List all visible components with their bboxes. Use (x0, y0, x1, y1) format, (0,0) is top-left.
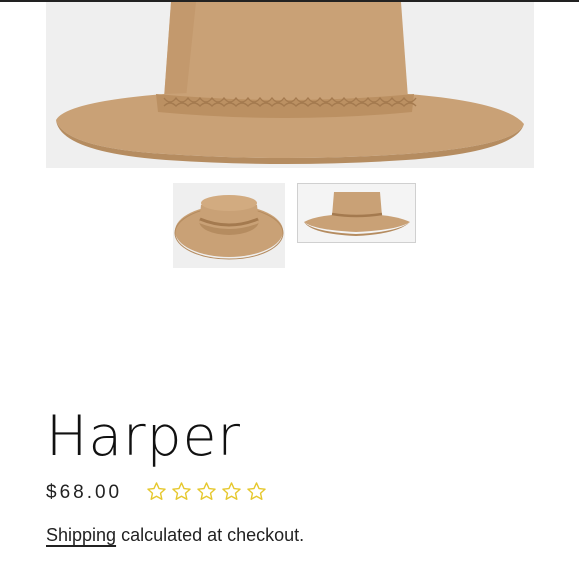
thumbnail-hat-side[interactable] (297, 183, 416, 243)
star-icon[interactable] (221, 481, 242, 505)
star-icon[interactable] (196, 481, 217, 505)
shipping-link[interactable]: Shipping (46, 525, 116, 545)
star-icon[interactable] (171, 481, 192, 505)
thumbnail-hat-front[interactable] (173, 183, 285, 268)
thumbnail-gallery (0, 183, 579, 269)
product-main-image (46, 2, 534, 168)
product-title: Harper (46, 404, 242, 468)
rating-stars[interactable] (146, 481, 267, 505)
product-price: $68.00 (46, 482, 123, 503)
shipping-note-text: calculated at checkout. (116, 525, 305, 545)
star-icon[interactable] (246, 481, 267, 505)
star-icon[interactable] (146, 481, 167, 505)
shipping-note: Shipping calculated at checkout. (46, 523, 304, 547)
